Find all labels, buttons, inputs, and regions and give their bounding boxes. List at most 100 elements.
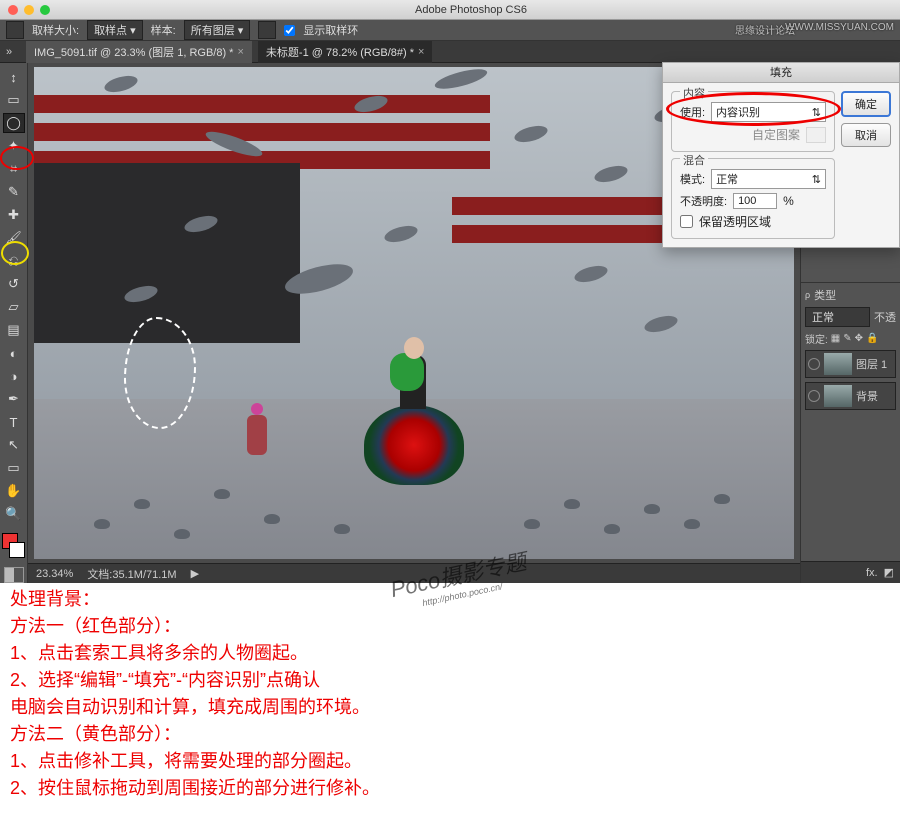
path-tool[interactable]: ↖ [3,435,25,455]
instr-m1-step1: 1、点击套索工具将多余的人物圈起。 [10,640,890,667]
opacity-unit: % [783,194,794,208]
close-icon[interactable]: × [237,46,243,58]
app-title: Adobe Photoshop CS6 [50,4,892,16]
pen-tool[interactable]: ✒ [3,389,25,409]
annotation-yellow-circle [1,241,29,265]
lock-trans-icon[interactable]: ▦ [831,333,840,344]
main-subject [354,309,474,509]
instr-method1: 方法一（红色部分）： [10,613,890,640]
minimize-window-button[interactable] [24,5,34,15]
use-label: 使用: [680,104,705,120]
blur-tool[interactable]: ◐ [3,343,25,363]
lock-label: 锁定: [805,331,828,346]
zoom-tool[interactable]: 🔍 [3,504,25,524]
custom-pattern-label: 自定图案 [752,126,800,143]
preserve-label: 保留透明区域 [699,213,771,230]
lock-all-icon[interactable]: 🔒 [866,333,878,344]
content-fieldset: 内容 使用: 内容识别⇅ 自定图案 [671,91,835,152]
history-brush-tool[interactable]: ↺ [3,274,25,294]
content-legend: 内容 [680,85,708,101]
chevron-right-icon[interactable]: ▶ [191,567,199,580]
close-window-button[interactable] [8,5,18,15]
mode-select[interactable]: 正常⇅ [711,169,826,189]
blend-fieldset: 混合 模式: 正常⇅ 不透明度: 100 % 保留透明区域 [671,158,835,239]
layer-name[interactable]: 背景 [856,388,878,404]
type-tool[interactable]: T [3,412,25,432]
eraser-tool[interactable]: ▱ [3,297,25,317]
lock-position-icon[interactable]: ✥ [855,333,863,344]
mode-label: 模式: [680,171,705,187]
background-color[interactable] [9,542,25,558]
blend-mode-select[interactable]: 正常 [805,307,870,327]
layer-row[interactable]: 背景 [805,382,896,410]
window-chrome: Adobe Photoshop CS6 [0,0,900,20]
document-tabs: » IMG_5091.tif @ 23.3% (图层 1, RGB/8) *× … [0,41,900,63]
dialog-title: 填充 [663,63,899,83]
visibility-icon[interactable] [808,358,820,370]
marquee-tool[interactable]: ▭ [3,90,25,110]
fill-dialog: 填充 内容 使用: 内容识别⇅ 自定图案 [662,62,900,248]
hand-tool[interactable]: ✋ [3,481,25,501]
layers-panel: ρ 类型 正常 不透 锁定: ▦ ✎ ✥ 🔒 图层 1 [801,283,900,561]
sample-select[interactable]: 所有图层 ▾ [184,20,251,40]
instr-m1-step2: 2、选择“编辑”-“填充”-“内容识别”点确认 [10,667,890,694]
workspace-toggle-icon[interactable]: » [6,46,12,58]
pattern-thumb [806,127,826,143]
lasso-tool[interactable]: ◯ [3,113,25,133]
show-ring-checkbox[interactable] [284,25,295,36]
opacity-label: 不透 [874,309,896,325]
layer-thumb [824,353,852,375]
sample-label: 样本: [151,22,176,38]
sample-size-label: 取样大小: [32,22,79,38]
layer-thumb [824,385,852,407]
annotation-red-circle [0,146,34,170]
healing-brush-tool[interactable]: ✚ [3,205,25,225]
instr-method2: 方法二（黄色部分）： [10,721,890,748]
tab-document-1[interactable]: IMG_5091.tif @ 23.3% (图层 1, RGB/8) *× [26,41,252,63]
layer-mask-icon[interactable]: ◩ [884,566,894,579]
chevron-down-icon: ▾ [238,25,244,37]
blend-legend: 混合 [680,152,708,168]
instructions-text: 处理背景： 方法一（红色部分）： 1、点击套索工具将多余的人物圈起。 2、选择“… [0,572,900,816]
instr-m2-step1: 1、点击修补工具，将需要处理的部分圈起。 [10,748,890,775]
instr-title: 处理背景： [10,586,890,613]
sample-size-select[interactable]: 取样点 ▾ [87,20,143,40]
bystander [244,403,270,471]
instr-m1-note: 电脑会自动识别和计算，填充成周围的环境。 [10,694,890,721]
close-icon[interactable]: × [418,46,424,58]
show-ring-label: 显示取样环 [303,22,358,38]
tab-document-2[interactable]: 未标题-1 @ 78.2% (RGB/8#) *× [258,41,433,63]
chevron-down-icon: ⇅ [812,173,821,186]
use-select[interactable]: 内容识别⇅ [711,102,826,122]
layers-footer: fx. ◩ [801,561,900,583]
layer-name[interactable]: 图层 1 [856,356,887,372]
opacity-label: 不透明度: [680,193,727,209]
visibility-icon[interactable] [808,390,820,402]
layers-kind-label: 类型 [814,287,836,303]
cancel-button[interactable]: 取消 [841,123,891,147]
options-extra-button[interactable] [258,21,276,39]
shape-tool[interactable]: ▭ [3,458,25,478]
chevron-down-icon: ⇅ [812,106,821,119]
quick-mask-toggle[interactable] [4,567,24,583]
layer-row[interactable]: 图层 1 [805,350,896,378]
instr-m2-step2: 2、按住鼠标拖动到周围接近的部分进行修补。 [10,775,890,802]
preserve-transparency-checkbox[interactable] [680,215,693,228]
doc-size: 文档:35.1M/71.1M [87,566,176,582]
zoom-level[interactable]: 23.34% [36,568,73,580]
zoom-window-button[interactable] [40,5,50,15]
eyedropper-tool[interactable]: ✎ [3,182,25,202]
ok-button[interactable]: 确定 [841,91,891,117]
fx-label[interactable]: fx. [866,567,878,579]
watermark-right: WWW.MISSYUAN.COM [785,22,894,33]
move-tool[interactable]: ↕ [3,67,25,87]
chevron-down-icon: ▾ [130,25,136,37]
status-bar: 23.34% 文档:35.1M/71.1M ▶ [28,563,800,583]
opacity-input[interactable]: 100 [733,193,777,209]
photoshop-frame: 思缘设计论坛 WWW.MISSYUAN.COM 取样大小: 取样点 ▾ 样本: … [0,20,900,572]
gradient-tool[interactable]: ▤ [3,320,25,340]
current-tool-icon[interactable] [6,21,24,39]
dodge-tool[interactable]: ◑ [3,366,25,386]
lock-pixels-icon[interactable]: ✎ [843,333,851,344]
tools-panel: ↕▭◯✦⌗✎✚🖌⎌↺▱▤◐◑✒T↖▭✋🔍 [0,63,28,583]
